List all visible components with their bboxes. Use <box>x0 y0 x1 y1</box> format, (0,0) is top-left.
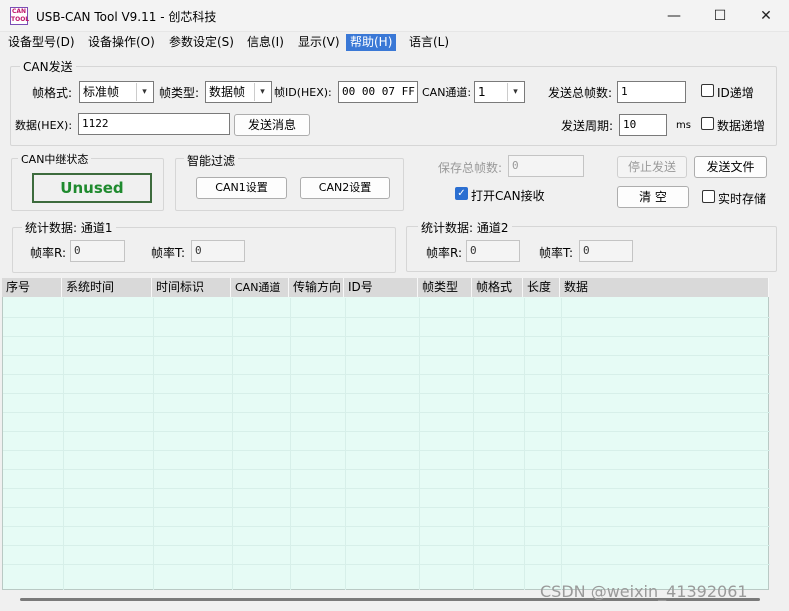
frame-id-label: 帧ID(HEX): <box>274 86 332 99</box>
title-bar: CAN TOOL USB-CAN Tool V9.11 - 创芯科技 — ☐ ✕ <box>0 0 789 32</box>
column-header-system-time[interactable]: 系统时间 <box>62 278 152 297</box>
relay-status-badge: Unused <box>32 173 152 203</box>
saved-frames-input: 0 <box>508 155 584 177</box>
frame-type-value: 数据帧 <box>209 85 246 99</box>
saved-frames-label: 保存总帧数: <box>438 161 503 175</box>
relay-status-title: CAN中继状态 <box>18 151 92 167</box>
channel-select[interactable]: 1 ▾ <box>474 81 525 103</box>
column-header-frame-type[interactable]: 帧类型 <box>418 278 472 297</box>
channel2-tx-rate-label: 帧率T: <box>539 246 574 260</box>
column-header-can-channel[interactable]: CAN通道 <box>231 278 289 297</box>
close-icon[interactable]: ✕ <box>743 0 789 32</box>
menu-language[interactable]: 语言(L) <box>405 34 453 51</box>
column-header-timestamp[interactable]: 时间标识 <box>152 278 231 297</box>
send-message-button[interactable]: 发送消息 <box>234 114 310 136</box>
open-can-receive-checkbox[interactable]: ✓ <box>455 187 468 200</box>
can1-settings-button[interactable]: CAN1设置 <box>196 177 287 199</box>
data-input[interactable]: 1122 <box>78 113 230 135</box>
frame-type-select[interactable]: 数据帧 ▾ <box>205 81 272 103</box>
menu-bar: 设备型号(D) 设备操作(O) 参数设定(S) 信息(I) 显示(V) 帮助(H… <box>0 32 789 52</box>
channel1-tx-rate-value: 0 <box>191 240 245 262</box>
maximize-icon[interactable]: ☐ <box>697 0 743 32</box>
message-table[interactable] <box>2 278 770 591</box>
frame-id-input[interactable]: 00 00 07 FF <box>338 81 418 103</box>
send-period-input[interactable]: 10 <box>619 114 667 136</box>
channel-label: CAN通道: <box>422 86 472 99</box>
watermark: CSDN @weixin_41392061 <box>540 582 748 601</box>
column-header-id[interactable]: ID号 <box>344 278 418 297</box>
stats-channel1-title: 统计数据: 通道1 <box>22 219 116 236</box>
data-increment-checkbox[interactable] <box>701 117 714 130</box>
menu-help[interactable]: 帮助(H) <box>346 34 397 51</box>
channel2-rx-rate-value: 0 <box>466 240 520 262</box>
total-frames-input[interactable]: 1 <box>617 81 686 103</box>
data-label: 数据(HEX): <box>15 119 73 132</box>
can-send-title: CAN发送 <box>20 58 76 75</box>
frame-format-select[interactable]: 标准帧 ▾ <box>79 81 154 103</box>
channel2-tx-rate-value: 0 <box>579 240 633 262</box>
total-frames-label: 发送总帧数: <box>548 86 613 100</box>
chevron-down-icon: ▾ <box>254 83 270 101</box>
channel-value: 1 <box>478 85 486 99</box>
chevron-down-icon: ▾ <box>507 83 523 101</box>
channel1-rx-rate-value: 0 <box>70 240 125 262</box>
smart-filter-title: 智能过滤 <box>184 152 239 169</box>
channel1-rx-rate-label: 帧率R: <box>30 246 67 260</box>
menu-device-operation[interactable]: 设备操作(O) <box>84 34 159 51</box>
column-header-index[interactable]: 序号 <box>2 278 62 297</box>
channel2-rx-rate-label: 帧率R: <box>426 246 463 260</box>
menu-device-model[interactable]: 设备型号(D) <box>4 34 79 51</box>
open-can-receive-label: 打开CAN接收 <box>471 189 545 203</box>
send-period-unit: ms <box>676 120 691 131</box>
frame-format-label: 帧格式: <box>32 86 73 100</box>
realtime-save-checkbox[interactable] <box>702 190 715 203</box>
realtime-save-label: 实时存储 <box>718 192 767 206</box>
menu-display[interactable]: 显示(V) <box>294 34 344 51</box>
id-increment-checkbox[interactable] <box>701 84 714 97</box>
column-header-frame-format[interactable]: 帧格式 <box>472 278 523 297</box>
channel1-tx-rate-label: 帧率T: <box>151 246 186 260</box>
column-header-length[interactable]: 长度 <box>523 278 560 297</box>
clear-button[interactable]: 清 空 <box>617 186 689 208</box>
stats-channel2-title: 统计数据: 通道2 <box>418 219 512 236</box>
chevron-down-icon: ▾ <box>136 83 152 101</box>
menu-info[interactable]: 信息(I) <box>243 34 288 51</box>
data-increment-label: 数据递增 <box>717 119 766 133</box>
id-increment-label: ID递增 <box>717 86 754 100</box>
send-file-button[interactable]: 发送文件 <box>694 156 767 178</box>
vertical-scrollbar[interactable] <box>770 278 787 590</box>
send-period-label: 发送周期: <box>561 119 614 133</box>
window-title: USB-CAN Tool V9.11 - 创芯科技 <box>36 10 217 24</box>
can2-settings-button[interactable]: CAN2设置 <box>300 177 390 199</box>
table-header: 序号 系统时间 时间标识 CAN通道 传输方向 ID号 帧类型 帧格式 长度 数… <box>2 278 769 297</box>
frame-format-value: 标准帧 <box>83 85 120 99</box>
app-icon: CAN TOOL <box>10 7 30 25</box>
minimize-icon[interactable]: — <box>651 0 697 32</box>
menu-parameter-settings[interactable]: 参数设定(S) <box>165 34 238 51</box>
stop-send-button[interactable]: 停止发送 <box>617 156 687 178</box>
column-header-data[interactable]: 数据 <box>560 278 769 297</box>
column-header-direction[interactable]: 传输方向 <box>289 278 344 297</box>
frame-type-label: 帧类型: <box>159 86 200 100</box>
